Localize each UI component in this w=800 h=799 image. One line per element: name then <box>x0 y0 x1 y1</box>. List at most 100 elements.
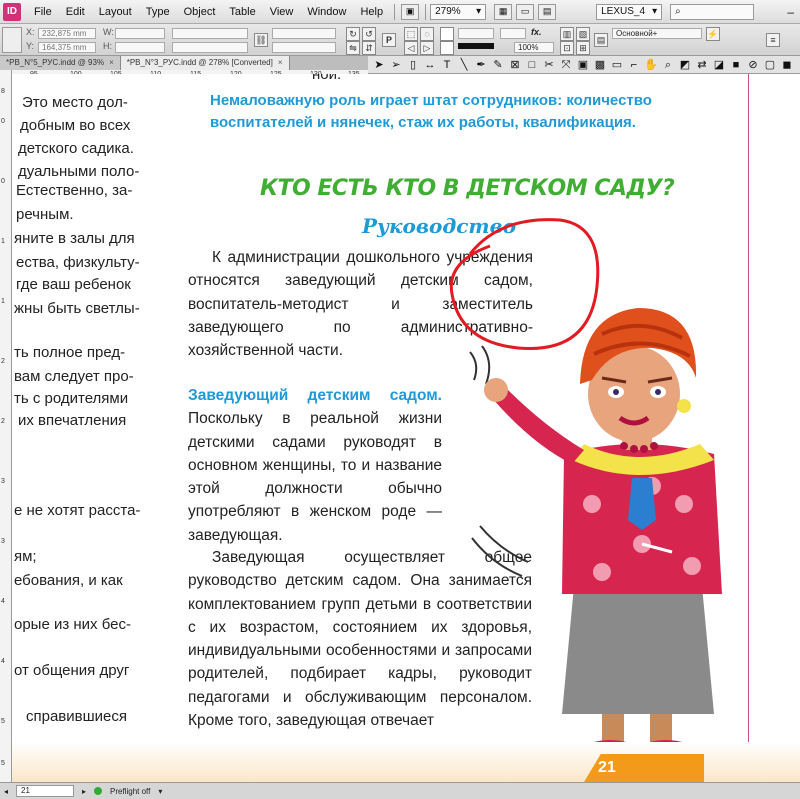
close-icon[interactable]: × <box>278 58 283 67</box>
menu-object[interactable]: Object <box>177 0 223 24</box>
width-field[interactable] <box>115 28 165 39</box>
eyedropper-tool-icon[interactable]: ⌐ <box>627 58 641 72</box>
menu-file[interactable]: File <box>27 0 59 24</box>
minimize-icon[interactable]: – <box>781 5 800 19</box>
style-options-icon[interactable]: ⚡ <box>706 27 720 41</box>
normal-view-icon[interactable]: ▢ <box>763 58 777 72</box>
hand-tool-icon[interactable]: ✋ <box>644 58 658 72</box>
fit-frame-icon[interactable]: ⊞ <box>576 41 590 55</box>
fill-swatch-icon[interactable] <box>440 27 454 41</box>
apply-none-icon[interactable]: ⊘ <box>746 58 760 72</box>
flip-horizontal-icon[interactable]: ⇋ <box>346 41 360 55</box>
zoom-dropdown[interactable]: 279% ▾ <box>430 3 487 20</box>
type-tool-icon[interactable]: T <box>440 58 454 72</box>
line-tool-icon[interactable]: ╲ <box>457 58 471 72</box>
height-field[interactable] <box>115 42 165 53</box>
select-content-icon[interactable]: ◌ <box>420 27 434 41</box>
left-line: вам следует про- <box>14 368 134 385</box>
preview-mode-icon[interactable]: ◼ <box>780 58 794 72</box>
left-line: яните в залы для <box>14 230 135 247</box>
text-wrap-icon[interactable]: ▥ <box>560 27 574 41</box>
menu-table[interactable]: Table <box>222 0 262 24</box>
section-heading: КТО ЕСТЬ КТО В ДЕТСКОМ САДУ? <box>260 176 675 201</box>
first-page-icon[interactable]: ◂ <box>4 787 8 796</box>
menu-edit[interactable]: Edit <box>59 0 92 24</box>
tab-document-2[interactable]: *PB_N°3_РУС.indd @ 278% [Converted] × <box>120 56 290 70</box>
scissors-tool-icon[interactable]: ✂ <box>542 58 556 72</box>
direct-selection-icon[interactable]: ➢ <box>389 58 403 72</box>
next-page-icon[interactable]: ▸ <box>82 787 86 796</box>
note-tool-icon[interactable]: ▭ <box>610 58 624 72</box>
pen-tool-icon[interactable]: ✒ <box>474 58 488 72</box>
page-tool-icon[interactable]: ▯ <box>406 58 420 72</box>
left-line: справившиеся <box>26 708 128 725</box>
zoom-tool-icon[interactable]: ⌕ <box>661 58 675 72</box>
effects-field[interactable] <box>500 28 526 39</box>
scale-x-field[interactable] <box>172 28 248 39</box>
preflight-menu-icon[interactable]: ▾ <box>158 787 162 796</box>
page-number-field[interactable]: 21 <box>16 785 75 797</box>
flip-vertical-icon[interactable]: ⇵ <box>362 41 376 55</box>
w-label: W: <box>103 27 114 37</box>
menu-type[interactable]: Type <box>139 0 177 24</box>
left-line: ям; <box>14 548 37 565</box>
fit-content-icon[interactable]: ⊡ <box>560 41 574 55</box>
close-icon[interactable]: × <box>109 58 114 67</box>
select-previous-icon[interactable]: ◁ <box>404 41 418 55</box>
chevron-down-icon: ▾ <box>652 6 658 17</box>
apply-color-icon[interactable]: ■ <box>729 58 743 72</box>
left-line: их впечатления <box>18 412 127 429</box>
screen-mode-icon[interactable]: ▭ <box>516 3 535 20</box>
gradient-feather-icon[interactable]: ▩ <box>593 58 607 72</box>
search-input[interactable]: ⌕ <box>670 3 755 20</box>
rectangle-frame-icon[interactable]: ⊠ <box>508 58 522 72</box>
ruler-label: 8 <box>1 88 5 95</box>
select-next-icon[interactable]: ▷ <box>420 41 434 55</box>
ruler-label: 1 <box>1 238 5 245</box>
menu-help[interactable]: Help <box>353 0 390 24</box>
ruler-label: 0 <box>1 178 5 185</box>
ruler-label: 5 <box>1 760 5 767</box>
rotate-icon[interactable]: ↻ <box>346 27 360 41</box>
menu-view[interactable]: View <box>263 0 301 24</box>
constrain-proportions-icon[interactable]: ⛓ <box>254 33 268 47</box>
tab-document-1[interactable]: *PB_N°5_РУС.indd @ 93% × <box>0 56 121 70</box>
x-position-field[interactable]: 232,875 mm <box>38 28 96 39</box>
search-icon: ⌕ <box>675 6 681 17</box>
rectangle-tool-icon[interactable]: □ <box>525 58 539 72</box>
select-container-icon[interactable]: ⬚ <box>404 27 418 41</box>
object-style-icon[interactable]: ▤ <box>594 33 608 47</box>
free-transform-icon[interactable]: ⤧ <box>559 58 573 72</box>
stroke-swatch-icon[interactable] <box>440 41 454 55</box>
object-style-dropdown[interactable]: Основной+ <box>612 28 702 39</box>
shear-field[interactable] <box>272 42 336 53</box>
reference-point-icon[interactable] <box>2 27 22 53</box>
menu-layout[interactable]: Layout <box>92 0 139 24</box>
tab-label: *PB_N°3_РУС.indd @ 278% [Converted] <box>126 58 273 67</box>
text-wrap-around-icon[interactable]: ▧ <box>576 27 590 41</box>
workspace-dropdown[interactable]: LEXUS_4 ▾ <box>596 3 663 20</box>
panel-menu-icon[interactable]: ≡ <box>766 33 780 47</box>
fill-stroke-icon[interactable]: ◩ <box>678 58 692 72</box>
pencil-tool-icon[interactable]: ✎ <box>491 58 505 72</box>
y-position-field[interactable]: 164,375 mm <box>38 42 96 53</box>
default-colors-icon[interactable]: ◪ <box>712 58 726 72</box>
scale-y-field[interactable] <box>172 42 248 53</box>
gap-tool-icon[interactable]: ↔ <box>423 58 437 72</box>
stroke-weight-field[interactable] <box>458 28 494 39</box>
opacity-field[interactable]: 100% <box>514 42 554 53</box>
gradient-tool-icon[interactable]: ▣ <box>576 58 590 72</box>
arrange-documents-icon[interactable]: ▤ <box>538 3 557 20</box>
selection-tool-icon[interactable]: ➤ <box>372 58 386 72</box>
ruler-label: 0 <box>1 118 5 125</box>
bridge-icon[interactable]: ▣ <box>401 3 420 20</box>
left-line: Это место дол- <box>22 94 128 111</box>
rotation-field[interactable] <box>272 28 336 39</box>
view-options-icon[interactable]: ▦ <box>494 3 513 20</box>
document-page[interactable]: Это место дол- добным во всех детского с… <box>12 74 800 782</box>
stroke-type-swatch[interactable] <box>458 43 494 49</box>
menu-bar: ID File Edit Layout Type Object Table Vi… <box>0 0 800 24</box>
menu-window[interactable]: Window <box>300 0 353 24</box>
swap-colors-icon[interactable]: ⇄ <box>695 58 709 72</box>
rotate-ccw-icon[interactable]: ↺ <box>362 27 376 41</box>
